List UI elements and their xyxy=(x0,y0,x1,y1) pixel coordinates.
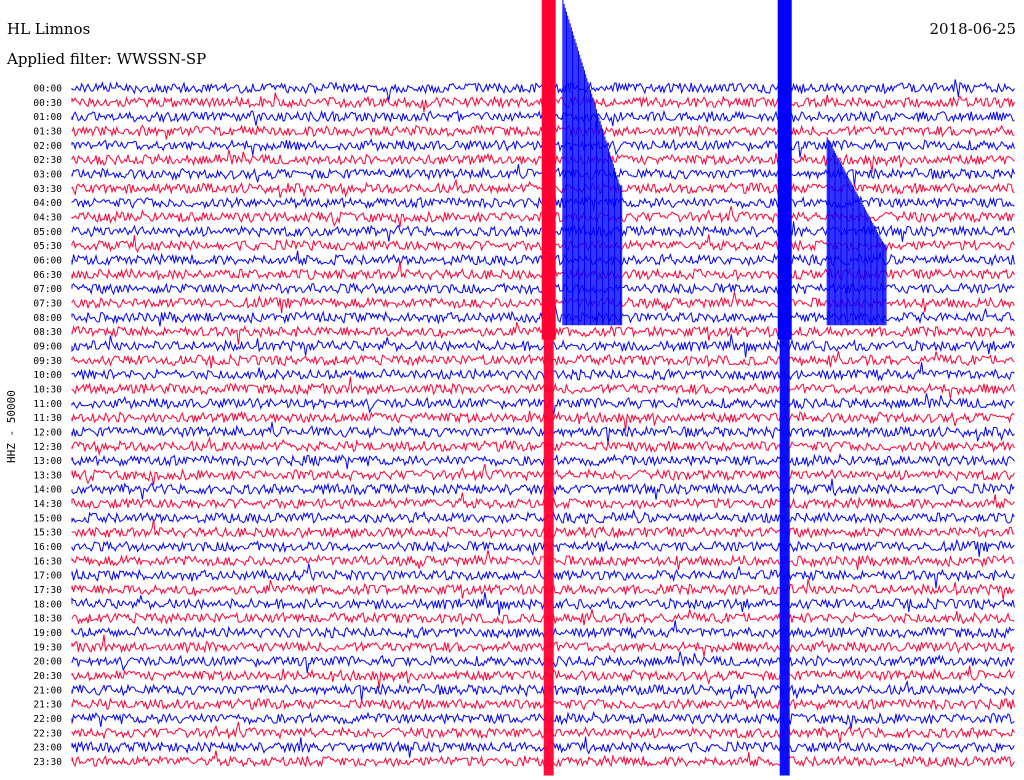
trace-line xyxy=(71,697,1015,712)
time-tick-label: 04:00 xyxy=(33,198,62,209)
time-tick-label: 05:30 xyxy=(33,241,62,252)
time-tick-label: 09:00 xyxy=(33,341,62,352)
trace-line xyxy=(71,579,1015,600)
continuation-band xyxy=(543,331,554,776)
time-tick-label: 05:00 xyxy=(33,227,62,238)
coda-burst xyxy=(826,137,887,326)
time-tick-label: 08:30 xyxy=(33,327,62,338)
time-tick-label: 12:00 xyxy=(33,427,62,438)
time-tick-label: 19:00 xyxy=(33,628,62,639)
time-tick-label: 03:00 xyxy=(33,169,62,180)
time-tick-label: 21:30 xyxy=(33,700,62,711)
time-tick-label: 23:30 xyxy=(33,757,62,768)
trace-line xyxy=(71,651,1015,674)
time-tick-label: 06:00 xyxy=(33,255,62,266)
time-tick-label: 02:00 xyxy=(33,141,62,152)
event-burst xyxy=(541,0,556,340)
time-tick-label: 03:30 xyxy=(33,184,62,195)
time-tick-label: 17:30 xyxy=(33,585,62,596)
trace-line xyxy=(71,492,1015,510)
time-tick-label: 07:30 xyxy=(33,298,62,309)
time-tick-label: 22:30 xyxy=(33,728,62,739)
event-burst xyxy=(826,137,887,326)
trace-line xyxy=(71,478,1015,500)
trace-line xyxy=(71,463,1015,486)
event-burst xyxy=(562,0,623,326)
trace-line xyxy=(71,549,1015,571)
time-tick-label: 08:00 xyxy=(33,313,62,324)
time-tick-label: 23:00 xyxy=(33,743,62,754)
trace-line xyxy=(71,620,1015,640)
trace-line xyxy=(71,679,1015,703)
time-tick-label: 15:30 xyxy=(33,528,62,539)
time-tick-label: 00:30 xyxy=(33,98,62,109)
trace-line xyxy=(71,452,1015,470)
time-tick-label: 18:00 xyxy=(33,599,62,610)
time-tick-label: 11:30 xyxy=(33,413,62,424)
time-tick-label: 13:00 xyxy=(33,456,62,467)
time-tick-label: 11:00 xyxy=(33,399,62,410)
time-tick-label: 16:30 xyxy=(33,556,62,567)
time-tick-label: 13:30 xyxy=(33,470,62,481)
time-tick-label: 17:00 xyxy=(33,571,62,582)
trace-line xyxy=(71,393,1015,416)
trace-line xyxy=(71,376,1015,399)
event-burst xyxy=(777,0,792,340)
time-tick-label: 14:30 xyxy=(33,499,62,510)
trace-line xyxy=(71,592,1015,616)
continuation-band xyxy=(779,331,790,776)
time-tick-label: 09:30 xyxy=(33,356,62,367)
time-tick-label: 06:30 xyxy=(33,270,62,281)
time-tick-label: 04:30 xyxy=(33,212,62,223)
trace-line xyxy=(71,509,1015,525)
time-tick-label: 22:00 xyxy=(33,714,62,725)
time-tick-label: 16:00 xyxy=(33,542,62,553)
seismogram-plot: 00:00 00:30 01:00 01:30 02:00 02:30 03:00 03:30… xyxy=(33,0,1015,776)
trace-line xyxy=(71,436,1015,456)
time-tick-label: 10:00 xyxy=(33,370,62,381)
saturated-band xyxy=(777,0,792,340)
trace-line xyxy=(71,609,1015,626)
time-tick-label: 14:00 xyxy=(33,485,62,496)
time-tick-label: 18:30 xyxy=(33,614,62,625)
time-tick-label: 19:30 xyxy=(33,642,62,653)
time-tick-label: 00:00 xyxy=(33,84,62,95)
trace-line xyxy=(71,421,1015,445)
time-tick-label: 21:00 xyxy=(33,685,62,696)
trace-line xyxy=(71,538,1015,557)
trace-line xyxy=(71,634,1015,657)
trace-line xyxy=(71,362,1015,382)
coda-burst xyxy=(562,0,623,326)
time-tick-label: 15:00 xyxy=(33,513,62,524)
time-tick-label: 02:30 xyxy=(33,155,62,166)
trace-line xyxy=(71,563,1015,589)
saturated-band xyxy=(541,0,556,340)
time-tick-label: 20:30 xyxy=(33,671,62,682)
trace-line xyxy=(71,750,1015,768)
trace-line xyxy=(71,736,1015,758)
time-tick-label: 01:00 xyxy=(33,112,62,123)
trace-line xyxy=(71,351,1015,369)
trace-line xyxy=(71,518,1015,540)
trace-line xyxy=(71,721,1015,744)
trace-line xyxy=(71,710,1015,729)
trace-line xyxy=(71,410,1015,431)
time-tick-label: 20:00 xyxy=(33,657,62,668)
time-tick-labels: 00:00 00:30 01:00 01:30 02:00 02:30 03:00 03:30… xyxy=(33,84,62,769)
trace-line xyxy=(71,665,1015,689)
time-tick-label: 07:00 xyxy=(33,284,62,295)
time-tick-label: 10:30 xyxy=(33,384,62,395)
time-tick-label: 12:30 xyxy=(33,442,62,453)
time-tick-label: 01:30 xyxy=(33,126,62,137)
